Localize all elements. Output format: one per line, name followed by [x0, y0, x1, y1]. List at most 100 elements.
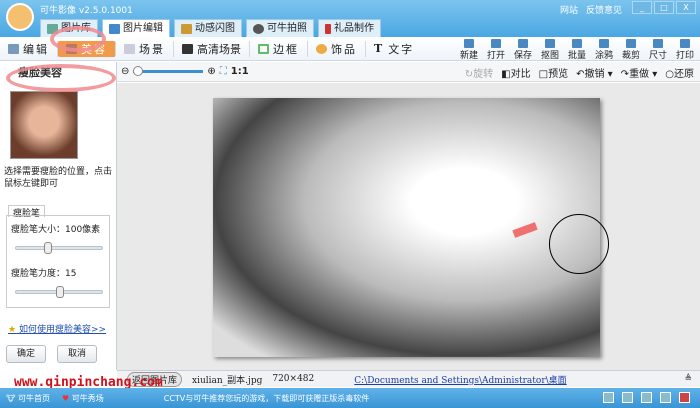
zoom-slider[interactable]: [133, 66, 204, 76]
zoom-handle[interactable]: [133, 66, 144, 76]
website-link[interactable]: 网站: [560, 6, 578, 16]
save-button[interactable]: 保存: [512, 37, 534, 61]
tab-label: 动感闪图: [195, 23, 235, 34]
zoom-bar: ⊖ ⊕ ⛶ 1:1 ↻旋转 ◧对比 □预览 ↶撤销 ▾ ↷重做 ▾ ○还原: [117, 62, 700, 82]
resize-icon: [653, 39, 663, 48]
resize-label: 尺寸: [648, 51, 667, 61]
file-path-link[interactable]: C:\Documents and Settings\Administrator\…: [354, 373, 566, 386]
star-icon: ★: [8, 325, 17, 335]
heart-icon: ♥: [62, 393, 70, 403]
tool-text[interactable]: T 文字: [366, 41, 422, 57]
gift-icon: [325, 23, 331, 34]
highlight-ring: [6, 64, 116, 92]
doodle-label: 涂鸦: [594, 51, 613, 61]
expand-icon[interactable]: ≜: [684, 374, 692, 384]
maximize-button[interactable]: □: [654, 1, 674, 14]
tab-camera[interactable]: 可牛拍照: [246, 19, 314, 37]
brush-cursor: [549, 214, 609, 274]
undo-button[interactable]: ↶撤销 ▾: [576, 65, 613, 80]
tool-hd-scene[interactable]: 高清场景: [174, 40, 250, 57]
slider-handle[interactable]: [44, 242, 52, 254]
scene-icon: [124, 43, 135, 54]
compare-button[interactable]: ◧对比: [501, 65, 530, 80]
size-label: 瘦脸笔大小：100像素: [11, 225, 101, 235]
game-icon[interactable]: [641, 392, 652, 403]
rotate-label: 旋转: [473, 69, 494, 80]
home-label: 可牛首页: [18, 393, 51, 403]
tool-decoration[interactable]: 饰品: [308, 40, 366, 57]
close-button[interactable]: X: [676, 1, 696, 14]
cutout-label: 抠图: [540, 51, 559, 61]
ok-button[interactable]: 确定: [6, 345, 46, 363]
new-icon: [464, 39, 474, 48]
fit-icon[interactable]: ⛶: [220, 66, 227, 77]
tab-edit[interactable]: 图片编辑: [102, 19, 170, 37]
actual-size-button[interactable]: 1:1: [231, 66, 249, 77]
arrow-annotation: [512, 222, 538, 238]
doodle-icon: [599, 39, 609, 48]
tool-label: 场景: [139, 42, 165, 56]
slider-handle[interactable]: [56, 286, 64, 298]
strength-slider[interactable]: [15, 286, 103, 298]
ad-text[interactable]: CCTV与可牛推荐您玩的游戏，下载即可获赠正版杀毒软件: [164, 393, 370, 404]
frame-icon: [258, 43, 269, 54]
preview-button[interactable]: □预览: [539, 65, 568, 80]
decoration-icon: [316, 43, 327, 54]
tab-gift[interactable]: 礼品制作: [318, 19, 381, 37]
show-label: 可牛秀场: [71, 393, 104, 403]
gift-icon[interactable]: [679, 392, 690, 403]
film-icon: [181, 23, 192, 34]
notepad-icon[interactable]: [660, 392, 671, 403]
title-bar: 可牛影像 v2.5.0.1001 网站 反馈意见 _ □ X 图片库 图片编辑 动感闪…: [0, 0, 700, 37]
zoom-out-icon[interactable]: ⊖: [121, 66, 129, 77]
print-icon: [680, 39, 690, 48]
help-link[interactable]: ★ 如何使用瘦脸美容>>: [8, 322, 106, 335]
feedback-link[interactable]: 反馈意见: [586, 6, 622, 16]
edit-icon: [109, 23, 120, 34]
pen-settings: 瘦脸笔大小：100像素 瘦脸笔力度：15: [6, 215, 110, 308]
open-button[interactable]: 打开: [485, 37, 507, 61]
tool-scene[interactable]: 场景: [116, 40, 174, 57]
face-thumbnail: [10, 91, 78, 159]
tool-label: 边框: [273, 42, 299, 56]
batch-icon: [572, 39, 582, 48]
new-button[interactable]: 新建: [458, 37, 480, 61]
photo-preview[interactable]: [213, 98, 609, 357]
resize-button[interactable]: 尺寸: [647, 37, 669, 61]
home-link[interactable]: 🐮 可牛首页: [6, 393, 50, 404]
tool-label: 高清场景: [197, 42, 241, 56]
cancel-button[interactable]: 取消: [57, 345, 97, 363]
text-icon: T: [374, 42, 385, 55]
tool-edit[interactable]: 编辑: [0, 40, 58, 57]
print-button[interactable]: 打印: [674, 37, 696, 61]
calculator-icon[interactable]: [603, 392, 614, 403]
hd-scene-icon: [182, 43, 193, 54]
status-bar: 🐮 可牛首页 ♥ 可牛秀场 CCTV与可牛推荐您玩的游戏，下载即可获赠正版杀毒软…: [0, 388, 700, 408]
image-dimensions: 720×482: [272, 374, 315, 384]
show-link[interactable]: ♥ 可牛秀场: [62, 393, 104, 404]
preview-label: 预览: [548, 69, 569, 80]
zoom-in-icon[interactable]: ⊕: [207, 66, 215, 77]
new-label: 新建: [459, 51, 478, 61]
crop-button[interactable]: 裁剪: [620, 37, 642, 61]
crop-icon: [626, 39, 636, 48]
webcam-icon: [253, 23, 264, 34]
app-logo: [6, 3, 34, 31]
cutout-icon: [545, 39, 555, 48]
size-slider[interactable]: [15, 242, 103, 254]
tool-label: 饰品: [331, 42, 357, 56]
batch-button[interactable]: 批量: [566, 37, 588, 61]
strength-label: 瘦脸笔力度：15: [11, 269, 77, 279]
highlight-ring: [50, 26, 106, 52]
cutout-button[interactable]: 抠图: [539, 37, 561, 61]
rotate-button[interactable]: ↻旋转: [465, 65, 493, 80]
minimize-button[interactable]: _: [632, 1, 652, 14]
app-icon[interactable]: [622, 392, 633, 403]
redo-button[interactable]: ↷重做 ▾: [621, 65, 658, 80]
tab-animation[interactable]: 动感闪图: [174, 19, 242, 37]
restore-button[interactable]: ○还原: [665, 65, 694, 80]
tool-frame[interactable]: 边框: [250, 40, 308, 57]
open-label: 打开: [486, 51, 505, 61]
doodle-button[interactable]: 涂鸦: [593, 37, 615, 61]
tab-label: 可牛拍照: [267, 23, 307, 34]
